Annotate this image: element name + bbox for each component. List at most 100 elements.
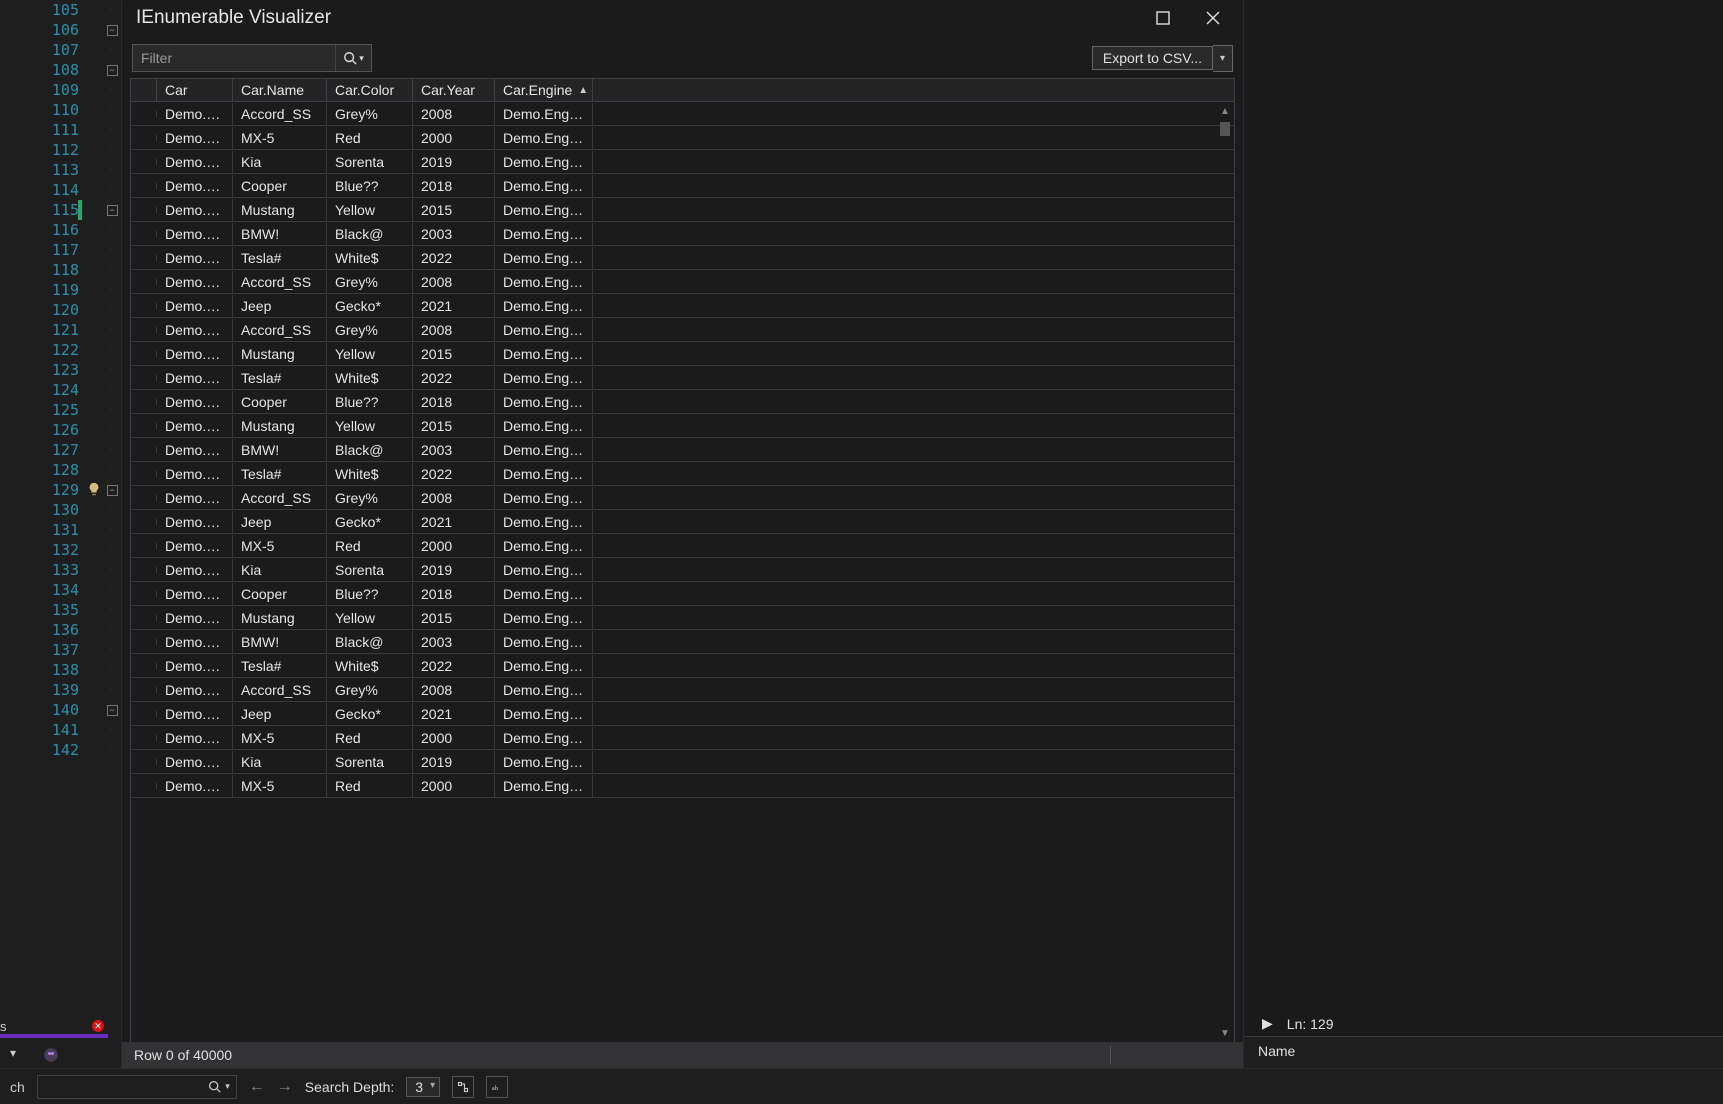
- gutter-row[interactable]: 138·: [0, 660, 121, 680]
- lightbulb-icon[interactable]: [87, 482, 101, 496]
- search-depth-select[interactable]: 3: [406, 1077, 440, 1097]
- table-row[interactable]: Demo.CarMustangYellow2015Demo.Engine: [131, 342, 1234, 366]
- table-row[interactable]: Demo.CarCooperBlue??2018Demo.Engine: [131, 582, 1234, 606]
- locals-name-header[interactable]: Name: [1244, 1036, 1723, 1068]
- table-row[interactable]: Demo.CarTesla#White$2022Demo.Engine: [131, 366, 1234, 390]
- gutter-row[interactable]: 110·: [0, 100, 121, 120]
- nav-right-icon[interactable]: ▶: [1262, 1015, 1273, 1032]
- row-selector[interactable]: [131, 399, 157, 405]
- table-row[interactable]: Demo.CarAccord_SSGrey%2008Demo.Engine: [131, 102, 1234, 126]
- column-header-car[interactable]: Car: [157, 79, 233, 101]
- row-selector[interactable]: [131, 351, 157, 357]
- gutter-row[interactable]: 106−: [0, 20, 121, 40]
- row-selector[interactable]: [131, 567, 157, 573]
- table-row[interactable]: Demo.CarCooperBlue??2018Demo.Engine: [131, 174, 1234, 198]
- scroll-up-icon[interactable]: ▲: [1218, 104, 1232, 118]
- row-selector[interactable]: [131, 519, 157, 525]
- table-row[interactable]: Demo.CarMustangYellow2015Demo.Engine: [131, 606, 1234, 630]
- tab-label-suffix[interactable]: s: [0, 1019, 7, 1034]
- fold-toggle-icon[interactable]: −: [107, 205, 118, 216]
- gutter-row[interactable]: 118·: [0, 260, 121, 280]
- gutter-row[interactable]: 114·: [0, 180, 121, 200]
- row-selector-header[interactable]: [131, 79, 157, 101]
- table-row[interactable]: Demo.CarBMW!Black@2003Demo.Engine: [131, 438, 1234, 462]
- table-row[interactable]: Demo.CarMustangYellow2015Demo.Engine: [131, 198, 1234, 222]
- table-row[interactable]: Demo.CarMustangYellow2015Demo.Engine: [131, 414, 1234, 438]
- table-row[interactable]: Demo.CarCooperBlue??2018Demo.Engine: [131, 390, 1234, 414]
- fold-toggle-icon[interactable]: −: [107, 25, 118, 36]
- search-input-slot[interactable]: ▾: [37, 1075, 237, 1099]
- column-header-year[interactable]: Car.Year: [413, 79, 495, 101]
- gutter-row[interactable]: 117·: [0, 240, 121, 260]
- row-selector[interactable]: [131, 303, 157, 309]
- table-row[interactable]: Demo.CarBMW!Black@2003Demo.Engine: [131, 222, 1234, 246]
- gutter-row[interactable]: 108−: [0, 60, 121, 80]
- filter-box[interactable]: ▾: [132, 44, 372, 72]
- row-selector[interactable]: [131, 615, 157, 621]
- table-row[interactable]: Demo.CarKiaSorenta2019Demo.Engine: [131, 750, 1234, 774]
- gutter-row[interactable]: 142·: [0, 740, 121, 760]
- gutter-row[interactable]: 129−: [0, 480, 121, 500]
- row-selector[interactable]: [131, 639, 157, 645]
- row-selector[interactable]: [131, 735, 157, 741]
- gutter-row[interactable]: 116·: [0, 220, 121, 240]
- table-row[interactable]: Demo.CarMX-5Red2000Demo.Engine: [131, 126, 1234, 150]
- copilot-icon[interactable]: [42, 1046, 60, 1064]
- error-indicator-icon[interactable]: ✕: [92, 1020, 104, 1032]
- tab-label-ch[interactable]: ch: [10, 1079, 25, 1095]
- gutter-row[interactable]: 109·: [0, 80, 121, 100]
- titlebar[interactable]: IEnumerable Visualizer: [122, 0, 1243, 40]
- gutter-row[interactable]: 111·: [0, 120, 121, 140]
- gutter-row[interactable]: 123·: [0, 360, 121, 380]
- export-split-button[interactable]: ▾: [1213, 45, 1233, 72]
- row-selector[interactable]: [131, 687, 157, 693]
- gutter-row[interactable]: 130·: [0, 500, 121, 520]
- gutter-row[interactable]: 139·: [0, 680, 121, 700]
- row-selector[interactable]: [131, 111, 157, 117]
- row-selector[interactable]: [131, 255, 157, 261]
- gutter-row[interactable]: 124·: [0, 380, 121, 400]
- gutter-row[interactable]: 119·: [0, 280, 121, 300]
- fold-toggle-icon[interactable]: −: [107, 485, 118, 496]
- gutter-row[interactable]: 120·: [0, 300, 121, 320]
- grid-body[interactable]: ▲ ▼ Demo.CarAccord_SSGrey%2008Demo.Engin…: [130, 102, 1235, 1042]
- table-row[interactable]: Demo.CarAccord_SSGrey%2008Demo.Engine: [131, 270, 1234, 294]
- row-selector[interactable]: [131, 471, 157, 477]
- column-header-name[interactable]: Car.Name: [233, 79, 327, 101]
- gutter-row[interactable]: 137·: [0, 640, 121, 660]
- row-selector[interactable]: [131, 327, 157, 333]
- row-selector[interactable]: [131, 759, 157, 765]
- gutter-row[interactable]: 127·: [0, 440, 121, 460]
- fold-toggle-icon[interactable]: −: [107, 705, 118, 716]
- row-selector[interactable]: [131, 159, 157, 165]
- column-header-color[interactable]: Car.Color: [327, 79, 413, 101]
- row-selector[interactable]: [131, 375, 157, 381]
- scroll-thumb[interactable]: [1220, 122, 1230, 136]
- table-row[interactable]: Demo.CarJeepGecko*2021Demo.Engine: [131, 510, 1234, 534]
- table-row[interactable]: Demo.CarAccord_SSGrey%2008Demo.Engine: [131, 678, 1234, 702]
- filter-input[interactable]: [133, 50, 335, 66]
- scroll-down-icon[interactable]: ▼: [1218, 1026, 1232, 1040]
- tab-overflow-chevron-icon[interactable]: ▾: [10, 1046, 16, 1060]
- row-selector[interactable]: [131, 279, 157, 285]
- gutter-row[interactable]: 105·: [0, 0, 121, 20]
- row-selector[interactable]: [131, 591, 157, 597]
- table-row[interactable]: Demo.CarTesla#White$2022Demo.Engine: [131, 246, 1234, 270]
- gutter-row[interactable]: 121·: [0, 320, 121, 340]
- row-selector[interactable]: [131, 207, 157, 213]
- gutter-row[interactable]: 115−: [0, 200, 121, 220]
- row-selector[interactable]: [131, 423, 157, 429]
- search-next-button[interactable]: →: [277, 1078, 293, 1096]
- toggle-expand-icon[interactable]: [452, 1076, 474, 1098]
- close-button[interactable]: [1201, 6, 1225, 30]
- table-row[interactable]: Demo.CarAccord_SSGrey%2008Demo.Engine: [131, 486, 1234, 510]
- table-row[interactable]: Demo.CarBMW!Black@2003Demo.Engine: [131, 630, 1234, 654]
- gutter-row[interactable]: 132·: [0, 540, 121, 560]
- row-selector[interactable]: [131, 663, 157, 669]
- gutter-row[interactable]: 112·: [0, 140, 121, 160]
- filter-search-button[interactable]: ▾: [335, 45, 371, 71]
- gutter-row[interactable]: 141·: [0, 720, 121, 740]
- table-row[interactable]: Demo.CarKiaSorenta2019Demo.Engine: [131, 150, 1234, 174]
- gutter-row[interactable]: 128·: [0, 460, 121, 480]
- column-header-engine[interactable]: Car.Engine ▲: [495, 79, 593, 101]
